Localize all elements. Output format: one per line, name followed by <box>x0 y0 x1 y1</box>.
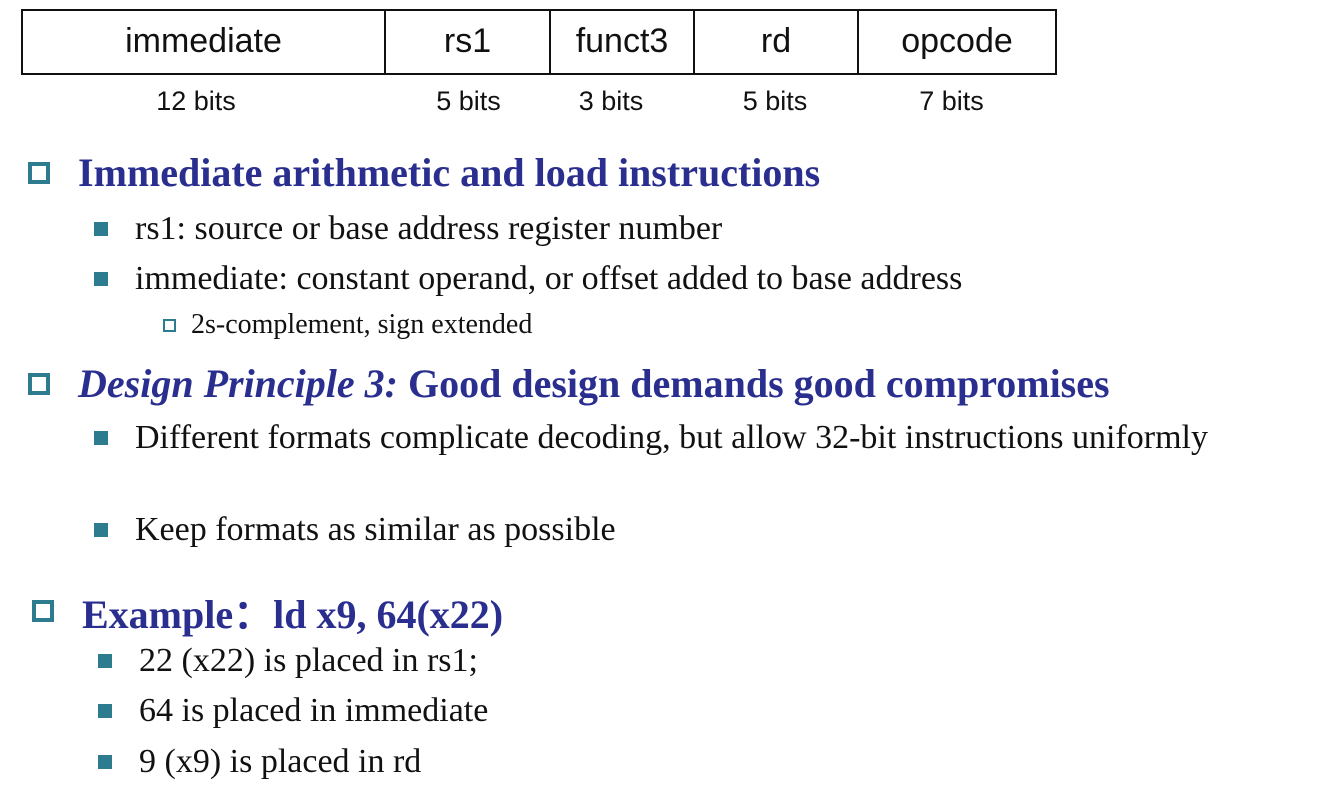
bits-immediate: 12 bits <box>156 86 236 116</box>
bullet-item: immediate: constant operand, or offset a… <box>94 259 1244 299</box>
bits-rd: 5 bits <box>742 86 808 116</box>
filled-square-bullet-icon <box>98 755 112 769</box>
bullet-text: Different formats complicate decoding, b… <box>135 419 1208 456</box>
bits-opcode: 7 bits <box>919 86 984 116</box>
field-opcode: opcode <box>901 21 1013 60</box>
field-immediate: immediate <box>23 11 386 73</box>
filled-square-bullet-icon <box>94 523 108 537</box>
sub-bullet-item: 2s-complement, sign extended <box>163 309 532 341</box>
filled-square-bullet-icon <box>94 431 108 445</box>
heading-design-principle: Design Principle 3: Good design demands … <box>28 360 1110 407</box>
small-hollow-square-bullet-icon <box>163 318 176 332</box>
bullet-item: 9 (x9) is placed in rd <box>98 742 1248 782</box>
bullet-item: 22 (x22) is placed in rs1; <box>98 641 1248 681</box>
filled-square-bullet-icon <box>98 704 112 718</box>
heading-text: Immediate arithmetic and load instructio… <box>78 150 821 195</box>
sub-bullet-text: 2s-complement, sign extended <box>191 309 533 340</box>
hollow-square-bullet-icon <box>28 372 50 395</box>
bullet-text: 9 (x9) is placed in rd <box>139 743 422 780</box>
bits-rs1: 5 bits <box>436 86 501 116</box>
field-rs1: rs1 <box>386 11 551 73</box>
hollow-square-bullet-icon <box>32 600 54 622</box>
bullet-item: Keep formats as similar as possible <box>94 510 1244 550</box>
filled-square-bullet-icon <box>94 222 108 236</box>
bullet-text: immediate: constant operand, or offset a… <box>135 260 963 297</box>
bullet-text: rs1: source or base address register num… <box>135 210 723 247</box>
bullet-text: Keep formats as similar as possible <box>135 511 616 548</box>
heading-text: Good design demands good compromises <box>397 361 1110 406</box>
heading-text: Example：ld x9, 64(x22) <box>82 592 504 637</box>
bit-widths-row: 12 bits 5 bits 3 bits 5 bits 7 bits <box>21 86 1009 117</box>
heading-example: Example：ld x9, 64(x22) <box>32 582 503 640</box>
bullet-text: 64 is placed in immediate <box>139 692 489 729</box>
bullet-text: 22 (x22) is placed in rs1; <box>139 642 478 679</box>
field-funct3: funct3 <box>551 11 695 73</box>
bullet-item: rs1: source or base address register num… <box>94 209 1244 249</box>
hollow-square-bullet-icon <box>28 161 50 184</box>
bits-funct3: 3 bits <box>578 86 644 116</box>
field-rd: rd <box>695 11 859 73</box>
heading-immediate-instructions: Immediate arithmetic and load instructio… <box>28 149 820 196</box>
filled-square-bullet-icon <box>94 272 108 286</box>
bullet-item: 64 is placed in immediate <box>98 691 1248 731</box>
instruction-format-table: immediate rs1 funct3 rd opcode <box>21 9 1057 75</box>
heading-italic-text: Design Principle 3: <box>78 361 398 406</box>
bullet-item: Different formats complicate decoding, b… <box>94 418 1214 458</box>
filled-square-bullet-icon <box>98 654 112 668</box>
